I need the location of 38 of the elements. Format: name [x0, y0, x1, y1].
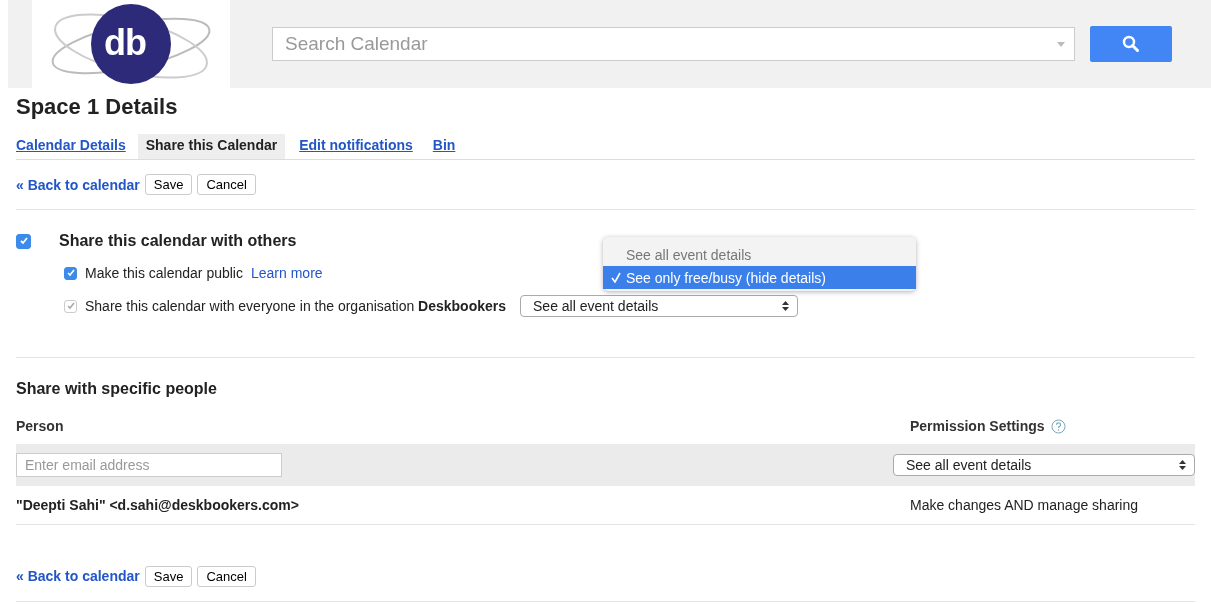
check-icon [18, 236, 29, 246]
table-cell: "Deepti Sahi" <d.sahi@deskbookers.com> [16, 497, 299, 513]
menu-item[interactable]: See all event details [603, 243, 916, 266]
action-button[interactable]: Save [144, 565, 193, 587]
action-button[interactable]: Save [144, 174, 193, 195]
updown-icon [1179, 460, 1186, 470]
tab[interactable]: Share this Calendar [137, 134, 286, 159]
tab[interactable]: Bin [432, 134, 462, 159]
permission-select[interactable]: See all event details [893, 454, 1195, 476]
column-header: Permission Settings [910, 418, 1045, 434]
action-button[interactable]: Cancel [197, 565, 256, 587]
page-title: Space 1 Details [16, 94, 179, 120]
checkbox[interactable] [64, 266, 77, 280]
check-icon [611, 272, 621, 283]
section-label: Share this calendar with others [59, 232, 297, 250]
table-cell-text: Make changes AND manage sharing [910, 497, 1140, 513]
search-field[interactable]: Search Calendar [272, 27, 1075, 61]
search-icon [1122, 35, 1140, 53]
check-icon [65, 301, 76, 311]
logo-text: db [104, 22, 146, 64]
column-header: Person [16, 418, 64, 434]
action-button[interactable]: Cancel [197, 174, 256, 195]
caret-icon[interactable] [1057, 42, 1065, 47]
search-button[interactable] [1090, 26, 1172, 62]
section-heading: Share with specific people [16, 379, 218, 399]
back-link[interactable]: « Back to calendar [16, 568, 140, 584]
email-field[interactable]: Enter email address [16, 453, 282, 477]
back-link[interactable]: « Back to calendar [16, 176, 140, 193]
checkbox[interactable] [16, 233, 31, 249]
learn-more-link[interactable]: Learn more [251, 265, 323, 281]
option-label: Share this calendar with everyone in the organisation Deskbookers [85, 298, 507, 314]
help-icon[interactable] [1050, 418, 1066, 434]
option-label: Make this calendar public [85, 265, 243, 281]
check-icon [65, 268, 76, 278]
tab[interactable]: Edit notifications [299, 134, 419, 159]
menu-item[interactable]: See only free/busy (hide details) [603, 266, 916, 289]
tab[interactable]: Calendar Details [16, 134, 132, 159]
updown-icon [782, 301, 790, 311]
